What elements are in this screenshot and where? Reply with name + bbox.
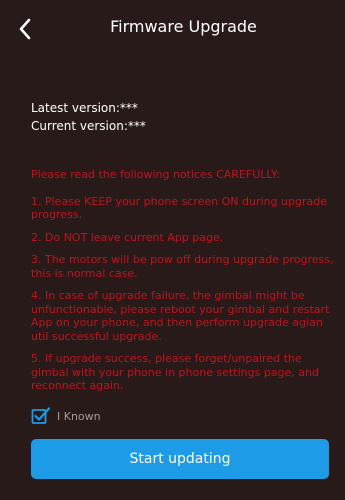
latest-version-text: Latest version:*** (31, 101, 138, 115)
start-updating-button[interactable]: Start updating (31, 439, 329, 479)
notices-heading: Please read the following notices CAREFU… (31, 168, 281, 181)
firmware-upgrade-screen: Firmware Upgrade Latest version:*** Curr… (0, 0, 345, 500)
current-version-text: Current version:*** (31, 119, 146, 133)
notice-item: 4. In case of upgrade failure, the gimba… (31, 289, 330, 343)
notice-item: 2. Do NOT leave current App page. (31, 230, 224, 244)
page-title: Firmware Upgrade (110, 17, 257, 36)
notice-item: 3. The motors will be pow off during upg… (31, 253, 334, 280)
acknowledge-checkbox[interactable] (31, 406, 51, 426)
acknowledge-label: I Known (57, 409, 101, 423)
checkbox-checked-icon (31, 407, 51, 424)
notices-section: Please read the following notices CAREFU… (31, 168, 336, 402)
notice-item: 5. If upgrade success, please forget/unp… (31, 352, 319, 392)
header-bar: Firmware Upgrade (0, 0, 345, 60)
acknowledge-checkbox-row[interactable]: I Known (31, 405, 101, 427)
notice-item: 1. Please KEEP your phone screen ON duri… (31, 194, 327, 222)
version-info: Latest version:*** Current version:*** (31, 99, 146, 135)
